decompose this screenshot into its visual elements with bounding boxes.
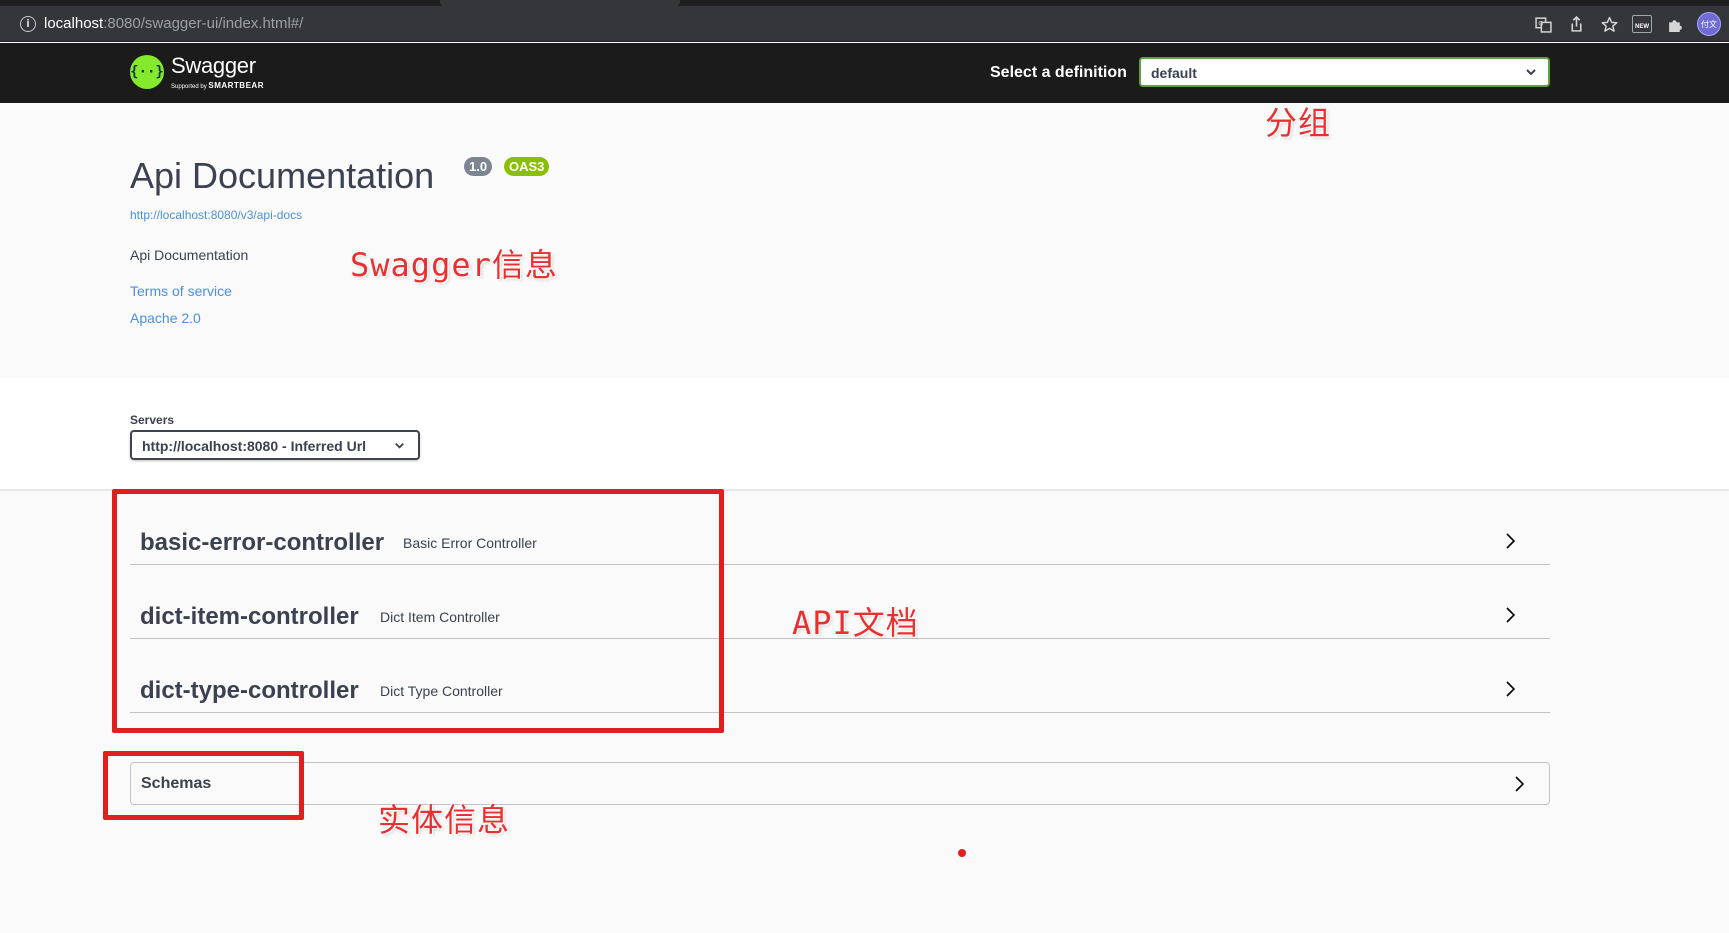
swagger-logo-text: Swagger Supported by SMARTBEAR	[171, 53, 264, 90]
swagger-logo-sub: Supported by SMARTBEAR	[171, 81, 264, 90]
logo-supported-by: Supported by	[171, 84, 209, 90]
oas-badge: OAS3	[504, 157, 550, 176]
profile-avatar[interactable]: 付文	[1697, 12, 1721, 36]
api-docs-link[interactable]: http://localhost:8080/v3/api-docs	[130, 208, 302, 222]
schemas-section[interactable]: Schemas	[130, 762, 1550, 805]
annotation-entity-info-label: 实体信息	[378, 801, 511, 839]
annotation-swagger-info-label: Swagger信息	[350, 246, 558, 284]
browser-address-bar[interactable]: i localhost:8080/swagger-ui/index.html#/…	[0, 6, 1729, 42]
svg-text:G: G	[1538, 19, 1543, 27]
swagger-logo-icon: {··}	[130, 54, 164, 89]
license-link[interactable]: Apache 2.0	[130, 310, 201, 326]
url-field[interactable]: localhost:8080/swagger-ui/index.html#/	[44, 15, 303, 32]
api-info-section: Api Documentation 1.0 OAS3 http://localh…	[0, 103, 1729, 378]
annotation-group-label: 分组	[1265, 104, 1332, 142]
chevron-right-icon	[1515, 776, 1525, 792]
servers-label: Servers	[130, 413, 175, 427]
share-icon[interactable]	[1565, 13, 1587, 35]
annotation-api-box	[112, 489, 724, 733]
extensions-puzzle-icon[interactable]	[1664, 13, 1686, 35]
servers-section: Servers http://localhost:8080 - Inferred…	[0, 378, 1729, 490]
terms-of-service-link[interactable]: Terms of service	[130, 283, 232, 299]
annotation-dot	[958, 849, 966, 857]
definition-select[interactable]: default	[1139, 57, 1550, 87]
browser-toolbar-icons: G NEW 付文	[1532, 12, 1721, 36]
url-host: localhost	[44, 15, 104, 32]
swagger-topbar: {··} Swagger Supported by SMARTBEAR Sele…	[0, 43, 1729, 103]
swagger-logo[interactable]: {··} Swagger Supported by SMARTBEAR	[130, 53, 264, 90]
chevron-down-icon	[1526, 69, 1536, 76]
translate-icon[interactable]: G	[1532, 13, 1554, 35]
version-badge: 1.0	[464, 157, 493, 176]
logo-smartbear: SMARTBEAR	[208, 81, 264, 90]
definition-select-value: default	[1151, 65, 1197, 81]
api-description: Api Documentation	[130, 247, 249, 263]
definition-label: Select a definition	[990, 64, 1127, 81]
url-path: :8080/swagger-ui/index.html#/	[103, 15, 304, 32]
bookmark-star-icon[interactable]	[1598, 13, 1620, 35]
chevron-right-icon	[1506, 533, 1516, 549]
chevron-right-icon	[1506, 681, 1516, 697]
servers-select-value: http://localhost:8080 - Inferred Url	[142, 438, 367, 454]
servers-select[interactable]: http://localhost:8080 - Inferred Url	[130, 430, 420, 460]
chevron-down-icon	[395, 442, 404, 449]
extension-new-icon[interactable]: NEW	[1631, 13, 1653, 35]
api-title: Api Documentation	[130, 155, 435, 196]
screenshot-root: i localhost:8080/swagger-ui/index.html#/…	[0, 0, 1729, 933]
site-info-icon[interactable]: i	[20, 16, 36, 32]
swagger-logo-name: Swagger	[171, 53, 256, 78]
chevron-right-icon	[1506, 607, 1516, 623]
annotation-schemas-box	[103, 751, 304, 820]
annotation-api-docs-label: API文档	[792, 604, 919, 642]
